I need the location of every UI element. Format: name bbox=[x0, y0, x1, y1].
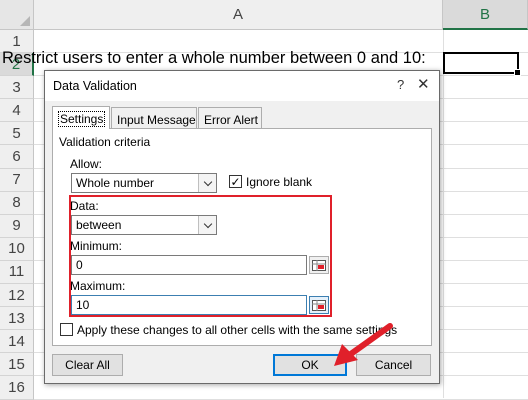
row-header[interactable]: 12 bbox=[0, 284, 34, 308]
range-select-icon[interactable] bbox=[309, 256, 329, 274]
ok-button[interactable]: OK bbox=[273, 354, 347, 376]
allow-dropdown[interactable]: Whole number bbox=[71, 173, 217, 193]
row-header[interactable]: 11 bbox=[0, 260, 34, 285]
allow-label: Allow: bbox=[70, 157, 103, 171]
close-icon[interactable]: ✕ bbox=[417, 75, 430, 93]
allow-value: Whole number bbox=[76, 176, 155, 190]
row-headers: 1 2 3 4 5 6 7 8 9 10 11 12 13 14 15 16 bbox=[0, 30, 34, 400]
validation-criteria-label: Validation criteria bbox=[59, 135, 151, 149]
ignore-blank-label[interactable]: Ignore blank bbox=[246, 175, 312, 189]
tab-settings[interactable]: Settings bbox=[52, 106, 110, 129]
row-header[interactable]: 7 bbox=[0, 168, 34, 192]
apply-all-checkbox[interactable] bbox=[60, 323, 73, 336]
dialog-title-bar[interactable]: Data Validation ? ✕ bbox=[45, 71, 439, 101]
row-header[interactable]: 4 bbox=[0, 99, 34, 123]
column-header-a[interactable]: A bbox=[34, 0, 443, 30]
dialog-title: Data Validation bbox=[53, 79, 137, 93]
row-header[interactable]: 3 bbox=[0, 76, 34, 100]
dropdown-arrow-icon[interactable] bbox=[198, 216, 216, 234]
settings-panel: Validation criteria Allow: Whole number … bbox=[52, 128, 432, 346]
column-header-b[interactable]: B bbox=[443, 0, 528, 30]
row-header[interactable]: 16 bbox=[0, 376, 34, 400]
ignore-blank-checkbox[interactable]: ✓ bbox=[229, 175, 242, 188]
help-button[interactable]: ? bbox=[397, 77, 404, 92]
dropdown-arrow-icon[interactable] bbox=[198, 174, 216, 192]
data-dropdown[interactable]: between bbox=[71, 215, 217, 235]
row-header[interactable]: 5 bbox=[0, 122, 34, 146]
tab-error-alert[interactable]: Error Alert bbox=[198, 107, 262, 128]
row-header[interactable]: 15 bbox=[0, 353, 34, 377]
minimum-label: Minimum: bbox=[70, 239, 123, 253]
tab-input-message[interactable]: Input Message bbox=[111, 107, 197, 128]
row-header[interactable]: 8 bbox=[0, 191, 34, 215]
row-header[interactable]: 14 bbox=[0, 330, 34, 354]
data-label: Data: bbox=[70, 199, 99, 213]
cell-a2[interactable]: Restrict users to enter a whole number b… bbox=[2, 49, 426, 68]
data-value: between bbox=[76, 218, 122, 232]
data-validation-dialog: Data Validation ? ✕ Settings Input Messa… bbox=[44, 70, 440, 384]
range-select-icon[interactable] bbox=[309, 296, 329, 314]
select-all-corner[interactable] bbox=[0, 0, 34, 30]
row-header[interactable]: 9 bbox=[0, 214, 34, 238]
apply-all-label[interactable]: Apply these changes to all other cells w… bbox=[77, 323, 397, 337]
maximum-label: Maximum: bbox=[70, 279, 126, 293]
minimum-input[interactable]: 0 bbox=[71, 255, 307, 275]
active-cell-b2[interactable] bbox=[443, 52, 521, 76]
maximum-input[interactable]: 10 bbox=[71, 295, 307, 315]
row-header[interactable]: 10 bbox=[0, 237, 34, 261]
row-header[interactable]: 6 bbox=[0, 145, 34, 169]
checkmark-icon: ✓ bbox=[230, 174, 241, 189]
row-header[interactable]: 13 bbox=[0, 307, 34, 331]
clear-all-button[interactable]: Clear All bbox=[52, 354, 123, 376]
cancel-button[interactable]: Cancel bbox=[356, 354, 431, 376]
